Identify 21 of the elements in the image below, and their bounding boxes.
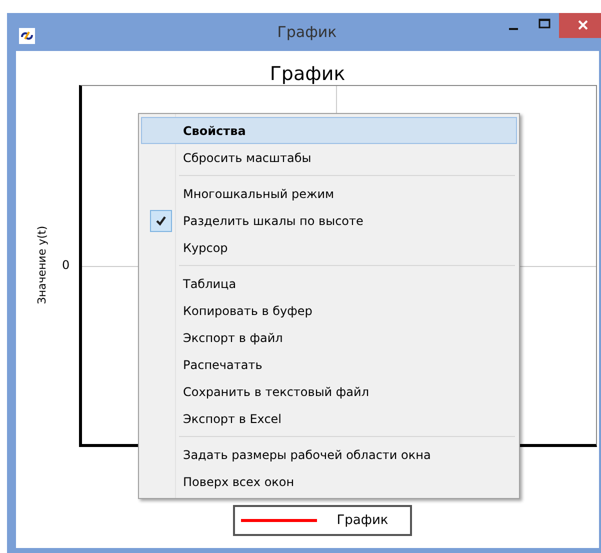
menu-item[interactable]: Курсор: [141, 234, 517, 261]
checkmark-icon: [150, 210, 172, 232]
menu-item[interactable]: Копировать в буфер: [141, 297, 517, 324]
window-title: График: [276, 23, 338, 41]
axis-tick-label: 0: [62, 258, 70, 272]
app-logo-icon: [19, 28, 35, 44]
menu-item[interactable]: Многошкальный режим: [141, 180, 517, 207]
menu-item[interactable]: Сохранить в текстовый файл: [141, 378, 517, 405]
axis-label: Значение y(t): [36, 226, 48, 304]
menu-item[interactable]: Таблица: [141, 270, 517, 297]
menu-item[interactable]: Свойства: [141, 117, 517, 144]
menu-item[interactable]: Поверх всех окон: [141, 468, 517, 495]
legend-label: График: [336, 513, 388, 528]
menu-item[interactable]: Разделить шкалы по высоте: [141, 207, 517, 234]
chart-title: График: [270, 62, 346, 85]
menu-item[interactable]: Сбросить масштабы: [141, 144, 517, 171]
close-button[interactable]: [559, 13, 601, 38]
menu-item[interactable]: Задать размеры рабочей области окна: [141, 441, 517, 468]
menu-item[interactable]: Распечатать: [141, 351, 517, 378]
menu-item[interactable]: Экспорт в файл: [141, 324, 517, 351]
menu-item[interactable]: Экспорт в Excel: [141, 405, 517, 432]
